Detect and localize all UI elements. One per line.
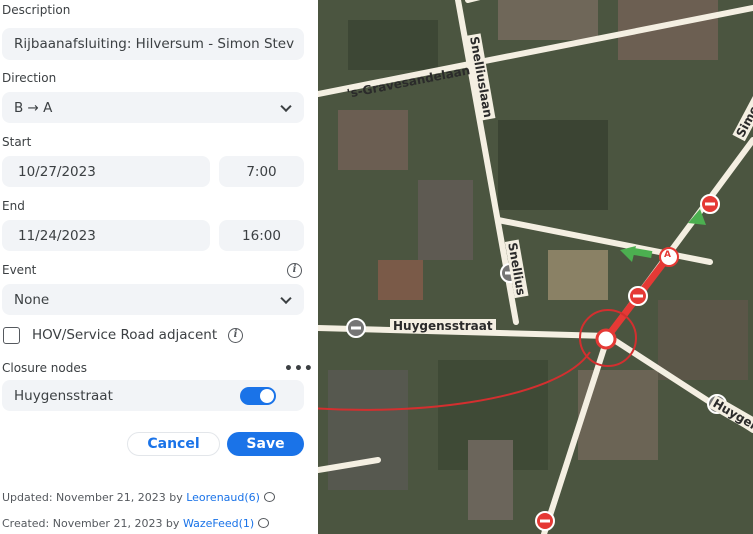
direction-select[interactable]: B → A [2, 92, 304, 123]
closure-edit-panel: Description Rijbaanafsluiting: Hilversum… [0, 0, 318, 534]
info-icon[interactable]: i [287, 263, 302, 278]
end-date-input[interactable]: 11/24/2023 [2, 220, 210, 251]
save-button[interactable]: Save [227, 432, 304, 456]
more-options-icon[interactable]: ••• [284, 361, 314, 377]
updated-text: Updated: November 21, 2023 by [2, 491, 183, 504]
start-time-input[interactable]: 7:00 [219, 156, 304, 187]
created-info: Created: November 21, 2023 by WazeFeed(1… [2, 517, 270, 530]
description-label: Description [2, 3, 71, 17]
closure-nodes-label: Closure nodes [2, 361, 87, 375]
updated-user-link[interactable]: Leorenaud(6) [186, 491, 260, 504]
end-label: End [2, 199, 25, 213]
street-label-huygensstraat: Huygensstraat [390, 319, 496, 333]
created-text: Created: November 21, 2023 by [2, 517, 180, 530]
hov-label: HOV/Service Road adjacent [32, 327, 218, 343]
toggle-knob [260, 389, 274, 403]
event-label: Event [2, 263, 37, 277]
direction-value: B → A [14, 99, 53, 116]
direction-label: Direction [2, 71, 57, 85]
chat-icon[interactable] [258, 518, 270, 528]
cancel-button[interactable]: Cancel [127, 432, 220, 456]
start-date-input[interactable]: 10/27/2023 [2, 156, 210, 187]
node-a-label[interactable]: A [664, 250, 671, 260]
end-time-input[interactable]: 16:00 [219, 220, 304, 251]
event-value: None [14, 291, 50, 308]
satellite-map[interactable]: 's-Gravesandelaan Snelliuslaan Snellius … [318, 0, 753, 534]
description-input[interactable]: Rijbaanafsluiting: Hilversum - Simon Ste… [2, 28, 304, 60]
created-user-link[interactable]: WazeFeed(1) [183, 517, 254, 530]
closure-node-toggle[interactable] [240, 387, 276, 405]
hov-checkbox[interactable] [3, 327, 20, 344]
updated-info: Updated: November 21, 2023 by Leorenaud(… [2, 491, 275, 504]
chat-icon[interactable] [263, 492, 275, 502]
chevron-down-icon [280, 100, 292, 112]
closure-node-name: Huygensstraat [14, 387, 113, 404]
info-icon[interactable]: i [228, 328, 243, 343]
start-label: Start [2, 135, 32, 149]
event-select[interactable]: None [2, 284, 304, 315]
chevron-down-icon [280, 292, 292, 304]
